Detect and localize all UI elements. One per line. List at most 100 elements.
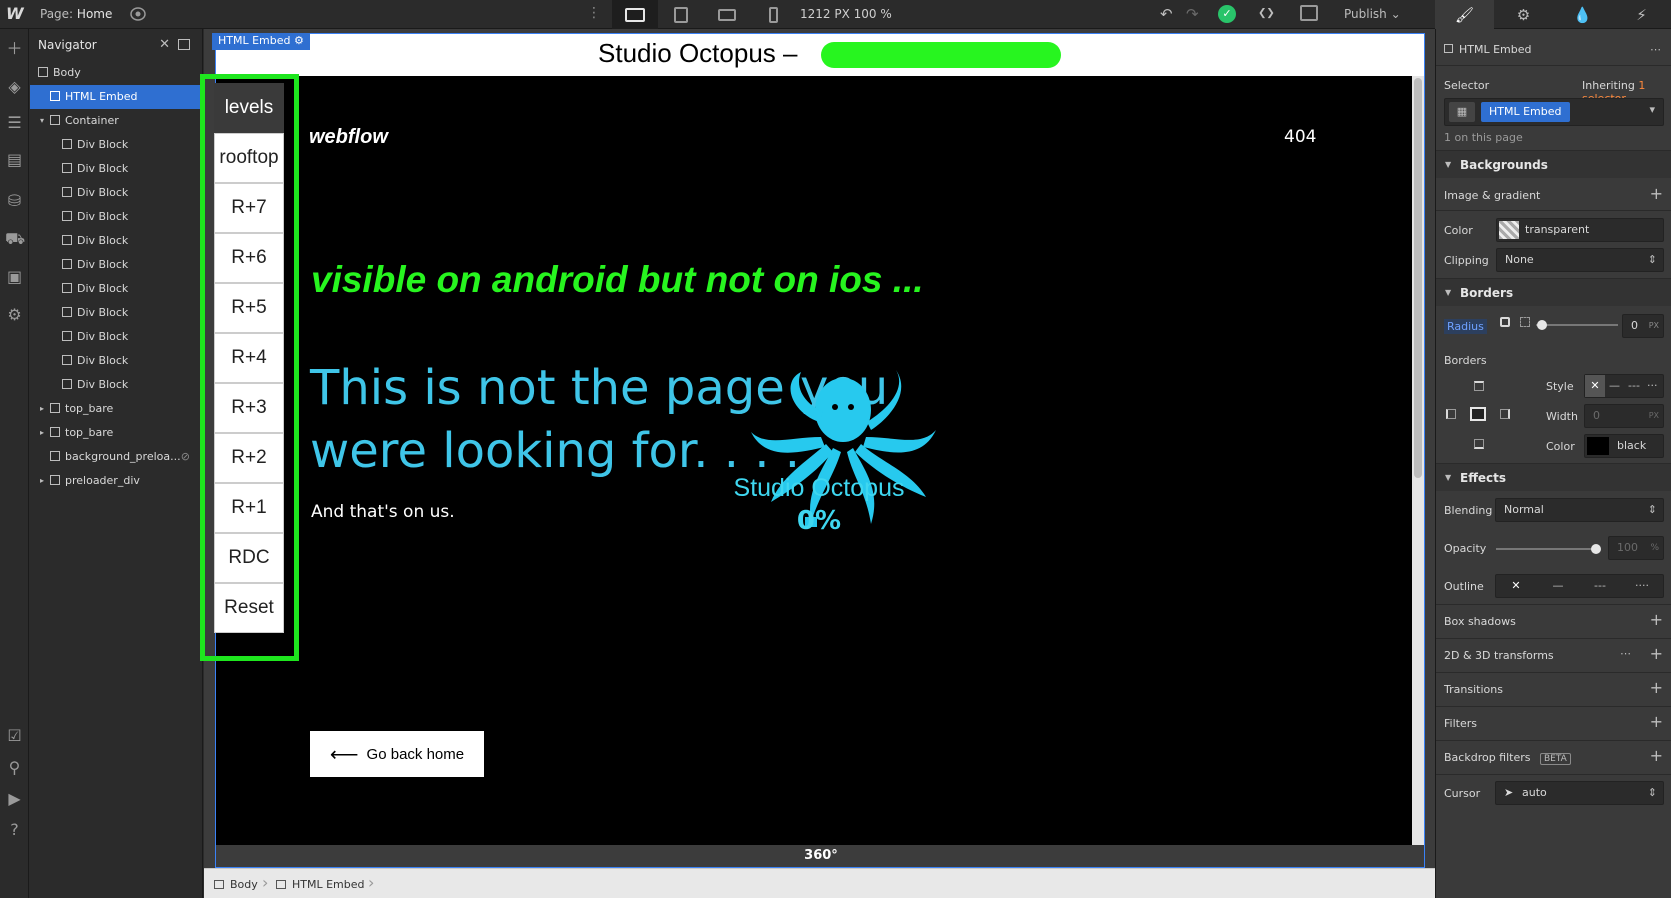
redo-icon[interactable]: ↷ [1186,5,1199,23]
nav-item-div-block[interactable]: Div Block [30,277,202,301]
nav-item-div-block[interactable]: Div Block [30,181,202,205]
breadcrumb-body[interactable]: Body [214,878,258,891]
nav-item-background-preloader[interactable]: background_preloa... ⊘ [30,445,202,469]
transforms-more-icon[interactable]: ⋯ [1620,647,1631,660]
code-icon[interactable]: ❮❯ [1258,5,1275,21]
mobile-device-icon[interactable] [750,0,796,29]
pages-icon[interactable]: ▤ [5,150,24,169]
help-icon[interactable]: ? [5,820,24,839]
navigator-layers-icon[interactable]: ☰ [5,113,24,132]
close-icon[interactable]: ✕ [159,37,170,52]
scrollbar-thumb[interactable] [1414,78,1422,478]
more-dots-icon[interactable]: ⋮ [587,5,601,21]
desktop-device-icon[interactable] [612,0,658,29]
add-transition-plus-icon[interactable]: + [1650,678,1663,697]
nav-item-top-bare[interactable]: ▸ top_bare [30,397,202,421]
border-right-icon[interactable] [1500,409,1510,419]
export-icon[interactable] [1300,5,1318,21]
breadcrumb-html-embed[interactable]: HTML Embed [276,878,365,891]
outline-dotted-icon[interactable]: ···· [1622,575,1662,597]
expand-arrow-icon[interactable]: ▸ [40,421,44,445]
preview-scrollbar[interactable] [1412,76,1424,867]
clipping-select[interactable]: None ⇕ [1496,248,1664,272]
hidden-eye-icon[interactable]: ⊘ [181,445,190,469]
opacity-slider-knob[interactable] [1591,544,1601,554]
radius-slider[interactable] [1536,324,1618,326]
landscape-device-icon[interactable] [704,0,750,29]
levels-header[interactable]: levels [214,83,284,133]
selector-chip[interactable]: HTML Embed [1481,102,1570,122]
add-box-shadow-plus-icon[interactable]: + [1650,610,1663,629]
level-button-rdc[interactable]: RDC [214,533,284,583]
add-transform-plus-icon[interactable]: + [1650,644,1663,663]
reset-button[interactable]: Reset [214,583,284,633]
add-plus-icon[interactable]: ＋ [5,39,24,58]
level-button-rooftop[interactable]: rooftop [214,133,284,183]
add-filter-plus-icon[interactable]: + [1650,712,1663,731]
style-tab-brush-icon[interactable]: 🖌 [1435,0,1494,29]
cursor-select[interactable]: ➤ auto ⇕ [1495,781,1664,805]
add-background-plus-icon[interactable]: + [1650,184,1663,203]
opacity-slider[interactable] [1496,548,1596,550]
radius-individual-icon[interactable] [1520,317,1530,327]
nav-item-div-block[interactable]: Div Block [30,373,202,397]
radius-all-icon[interactable] [1500,317,1510,327]
level-button-r6[interactable]: R+6 [214,233,284,283]
style-manager-drops-icon[interactable]: 💧 [1553,0,1612,29]
expand-arrow-icon[interactable]: ▸ [40,469,44,493]
level-button-r3[interactable]: R+3 [214,383,284,433]
outline-none-icon[interactable]: ✕ [1496,575,1536,597]
nav-item-div-block[interactable]: Div Block [30,349,202,373]
saved-check-icon[interactable]: ✓ [1218,5,1236,23]
opacity-input[interactable]: 100% [1608,536,1664,560]
cms-database-icon[interactable]: ⛁ [5,191,24,210]
border-color-field[interactable]: black [1584,434,1664,458]
radius-slider-knob[interactable] [1537,320,1547,330]
settings-gear-icon[interactable]: ⚙ [5,305,24,324]
level-button-r2[interactable]: R+2 [214,433,284,483]
symbols-cube-icon[interactable]: ◈ [5,77,24,96]
interactions-bolt-icon[interactable]: ⚡ [1612,0,1671,29]
settings-tab-gear-icon[interactable]: ⚙ [1494,0,1553,29]
border-solid-icon[interactable]: — [1609,375,1620,397]
webflow-wordmark[interactable]: webflow [309,126,388,149]
nav-item-div-block[interactable]: Div Block [30,133,202,157]
selector-field[interactable]: ▦ HTML Embed ▾ [1444,98,1664,126]
outline-solid-icon[interactable]: — [1538,575,1578,597]
border-none-icon[interactable]: ✕ [1585,375,1605,397]
level-button-r4[interactable]: R+4 [214,333,284,383]
nav-item-top-bare[interactable]: ▸ top_bare [30,421,202,445]
level-button-r1[interactable]: R+1 [214,483,284,533]
nav-item-html-embed[interactable]: HTML Embed [30,85,202,109]
nav-item-preloader-div[interactable]: ▸ preloader_div [30,469,202,493]
preview-eye-icon[interactable] [129,6,147,22]
border-all-icon[interactable] [1470,407,1486,421]
nav-item-div-block[interactable]: Div Block [30,301,202,325]
webflow-logo-icon[interactable]: W [6,4,26,24]
border-bottom-icon[interactable] [1474,439,1484,449]
tablet-device-icon[interactable] [658,0,704,29]
dock-panel-icon[interactable] [178,39,190,50]
assets-image-icon[interactable]: ▣ [5,267,24,286]
section-backgrounds[interactable]: ▼ Backgrounds [1436,150,1671,178]
level-button-r5[interactable]: R+5 [214,283,284,333]
section-borders[interactable]: ▼ Borders [1436,278,1671,306]
undo-icon[interactable]: ↶ [1160,5,1173,23]
go-back-home-button[interactable]: ⟵ Go back home [310,731,484,777]
ecommerce-cart-icon[interactable]: ⛟ [5,229,25,248]
border-left-icon[interactable] [1446,409,1456,419]
nav-item-div-block[interactable]: Div Block [30,229,202,253]
nav-item-div-block[interactable]: Div Block [30,253,202,277]
nav-item-div-block[interactable]: Div Block [30,157,202,181]
publish-button[interactable]: Publish ⌄ [1344,7,1401,21]
section-effects[interactable]: ▼ Effects [1436,463,1671,491]
outline-dashed-icon[interactable]: --- [1580,575,1620,597]
nav-item-body[interactable]: Body [30,61,202,85]
blending-select[interactable]: Normal ⇕ [1495,498,1664,522]
search-icon[interactable]: ⚲ [5,758,24,777]
border-width-input[interactable]: 0 PX [1584,404,1664,428]
expand-arrow-icon[interactable]: ▾ [40,109,44,133]
nav-item-div-block[interactable]: Div Block [30,205,202,229]
more-options-icon[interactable]: ⋯ [1650,43,1661,56]
bg-color-field[interactable]: transparent [1496,218,1664,242]
